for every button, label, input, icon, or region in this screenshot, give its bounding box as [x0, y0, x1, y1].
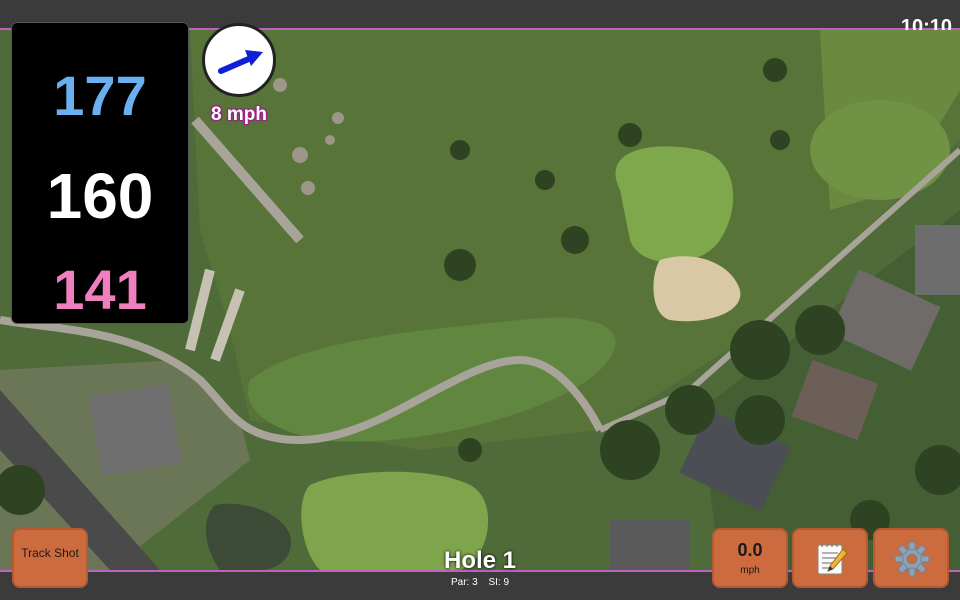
- hole-stroke-index: SI: 9: [488, 577, 510, 588]
- hole-par: Par: 3: [450, 577, 478, 588]
- middle-distance: 160: [46, 160, 154, 232]
- speed-button[interactable]: 0.0 mph: [712, 528, 788, 588]
- speed-unit: mph: [740, 565, 760, 576]
- wind-direction-arrow-icon: [218, 50, 263, 74]
- wind-indicator[interactable]: [202, 23, 276, 97]
- settings-button[interactable]: [873, 528, 949, 588]
- notes-button[interactable]: [792, 528, 868, 588]
- track-shot-button[interactable]: Track Shot: [12, 528, 88, 588]
- distance-panel: 177 160 141: [11, 22, 189, 324]
- speed-value: 0.0: [737, 540, 763, 560]
- hole-title: Hole 1: [443, 547, 517, 574]
- gear-icon: [894, 541, 930, 577]
- front-distance: 141: [53, 258, 147, 321]
- hole-meta: Par: 3 SI: 9: [380, 577, 580, 588]
- back-distance: 177: [53, 64, 147, 127]
- notepad-icon: [817, 543, 848, 575]
- wind-speed: 8 mph: [211, 104, 267, 125]
